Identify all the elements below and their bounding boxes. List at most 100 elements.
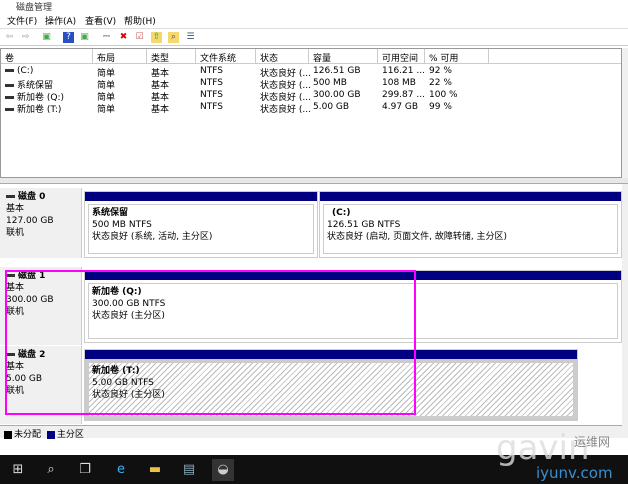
disk-0-label[interactable]: 磁盘 0 基本 127.00 GB 联机 <box>0 188 82 258</box>
disk-icon <box>6 274 15 277</box>
partition-system-reserved[interactable]: 系统保留 500 MB NTFS 状态良好 (系统, 活动, 主分区) <box>84 191 318 258</box>
cell-text: 简单 <box>97 105 116 114</box>
start-icon[interactable]: ⊞ <box>7 459 29 481</box>
column-header-status[interactable]: 状态 <box>256 49 309 64</box>
folder-up-icon[interactable]: ⇧ <box>151 32 162 43</box>
cell-text: 简单 <box>97 81 116 90</box>
partition-size: 5.00 GB NTFS <box>92 378 154 388</box>
volume-icon <box>5 96 14 99</box>
taskbar: ⊞ ⌕ ❐ e ▬ ▤ ◒ <box>0 455 628 484</box>
column-header-percent-free[interactable]: % 可用 <box>425 49 489 64</box>
server-manager-icon[interactable]: ▤ <box>178 459 200 481</box>
internet-explorer-icon[interactable]: e <box>110 459 132 481</box>
cell-text: 300.00 GB <box>313 90 361 100</box>
column-header-capacity[interactable]: 容量 <box>309 49 378 64</box>
partition-t[interactable]: 新加卷 (T:) 5.00 GB NTFS 状态良好 (主分区) <box>84 349 578 421</box>
disk-type: 基本 <box>6 362 25 372</box>
table-cell: 500 MB <box>309 78 347 90</box>
cell-text: 简单 <box>97 93 116 102</box>
menu-action[interactable]: 操作(A) <box>45 14 76 27</box>
delete-icon[interactable]: ✖ <box>118 32 129 43</box>
table-cell: 基本 <box>147 78 169 90</box>
table-cell: 22 % <box>425 78 452 90</box>
disk-status: 联机 <box>6 386 25 396</box>
cell-text: 100 % <box>429 90 458 100</box>
forward-arrow-icon[interactable]: ⇨ <box>20 32 31 43</box>
table-cell: 基本 <box>147 66 169 78</box>
menu-help[interactable]: 帮助(H) <box>124 14 156 27</box>
partition-name: 新加卷 (Q:) <box>92 287 142 297</box>
connect-drive-icon[interactable]: ⎓ <box>101 32 112 43</box>
cell-text: 状态良好 (... <box>260 93 311 102</box>
cell-text: 299.87 ... <box>382 90 425 100</box>
cell-text: 状态良好 (... <box>260 105 311 114</box>
table-cell: 4.97 GB <box>378 102 418 114</box>
volume-icon <box>5 108 14 111</box>
disk-status: 联机 <box>6 307 25 317</box>
cell-text: NTFS <box>200 66 223 76</box>
menu-file[interactable]: 文件(F) <box>7 14 37 27</box>
disk-size: 127.00 GB <box>6 216 54 226</box>
partition-bar <box>85 192 317 201</box>
back-arrow-icon[interactable]: ⇦ <box>4 32 15 43</box>
cell-text: 新加卷 (Q:) <box>17 93 64 102</box>
disk-management-icon[interactable]: ◒ <box>212 459 234 481</box>
table-cell: 状态良好 (... <box>256 102 311 114</box>
scrollbar[interactable] <box>622 48 628 438</box>
table-cell: 108 MB <box>378 78 416 90</box>
table-cell: 简单 <box>93 66 115 78</box>
column-header-volume[interactable]: 卷 <box>1 49 93 64</box>
partition-status: 状态良好 (启动, 页面文件, 故障转储, 主分区) <box>327 232 508 242</box>
table-cell: 126.51 GB <box>309 66 361 78</box>
search-icon[interactable]: ⌕ <box>40 459 62 481</box>
cell-text: NTFS <box>200 102 223 112</box>
table-cell: NTFS <box>196 90 223 102</box>
table-cell: 299.87 ... <box>378 90 425 102</box>
cell-text: 基本 <box>151 93 170 102</box>
volume-name-cell[interactable]: (C:) <box>1 66 33 78</box>
help-icon[interactable]: ? <box>63 32 74 43</box>
disk-status: 联机 <box>6 228 25 238</box>
column-header-free-space[interactable]: 可用空间 <box>378 49 425 64</box>
disk-type: 基本 <box>6 283 25 293</box>
table-cell: NTFS <box>196 66 223 78</box>
disk-name: 磁盘 0 <box>18 192 46 202</box>
cell-text: 基本 <box>151 81 170 90</box>
check-icon[interactable]: ☑ <box>134 32 145 43</box>
table-cell: 简单 <box>93 90 115 102</box>
legend: 未分配 主分区 <box>0 425 622 440</box>
properties-icon[interactable]: ☰ <box>185 32 196 43</box>
column-header-filesystem[interactable]: 文件系统 <box>196 49 256 64</box>
cell-text: 系统保留 <box>17 81 54 90</box>
task-view-icon[interactable]: ❐ <box>74 459 96 481</box>
partition-q[interactable]: 新加卷 (Q:) 300.00 GB NTFS 状态良好 (主分区) <box>84 270 622 343</box>
console-tree-icon[interactable]: ▣ <box>41 32 52 43</box>
volume-name-cell[interactable]: 新加卷 (Q:) <box>1 90 64 102</box>
cell-text: 状态良好 (... <box>260 81 311 90</box>
partition-size: 300.00 GB NTFS <box>92 299 166 309</box>
column-header-layout[interactable]: 布局 <box>93 49 147 64</box>
column-header-empty <box>489 49 621 64</box>
cell-text: 新加卷 (T:) <box>17 105 62 114</box>
disk-size: 300.00 GB <box>6 295 54 305</box>
partition-name: (C:) <box>332 208 351 218</box>
menu-view[interactable]: 查看(V) <box>85 14 116 27</box>
disk-2-label[interactable]: 磁盘 2 基本 5.00 GB 联机 <box>0 346 82 424</box>
table-cell: 状态良好 (... <box>256 66 311 78</box>
legend-swatch-unallocated <box>4 430 12 439</box>
partition-status: 状态良好 (系统, 活动, 主分区) <box>92 232 213 242</box>
disk-1-label[interactable]: 磁盘 1 基本 300.00 GB 联机 <box>0 267 82 345</box>
table-cell: 基本 <box>147 90 169 102</box>
title-bar: 磁盘管理 <box>0 0 628 13</box>
file-explorer-icon[interactable]: ▬ <box>144 459 166 481</box>
volume-name-cell[interactable]: 新加卷 (T:) <box>1 102 61 114</box>
column-header-type[interactable]: 类型 <box>147 49 196 64</box>
search-folder-icon[interactable]: ⌕ <box>168 32 179 43</box>
partition-c[interactable]: (C:) 126.51 GB NTFS 状态良好 (启动, 页面文件, 故障转储, … <box>319 191 622 258</box>
cell-text: 22 % <box>429 78 452 88</box>
volume-icon <box>5 69 14 72</box>
disk-type: 基本 <box>6 204 25 214</box>
show-panel-icon[interactable]: ▣ <box>79 32 90 43</box>
table-cell: NTFS <box>196 102 223 114</box>
volume-name-cell[interactable]: 系统保留 <box>1 78 53 90</box>
